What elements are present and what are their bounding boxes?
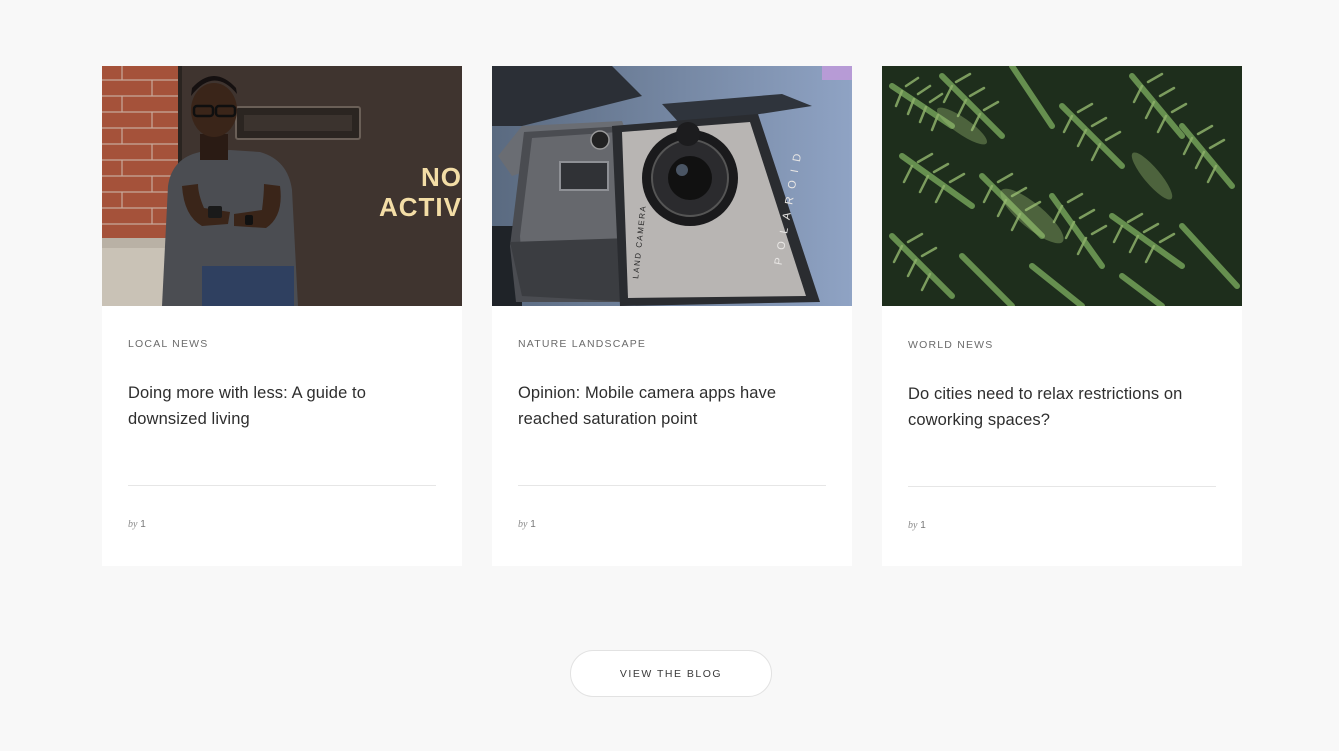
post-author[interactable]: 1: [920, 520, 926, 531]
byline-prefix: by: [128, 519, 138, 530]
post-byline: by 1: [128, 519, 146, 530]
post-card-grid: NO ACTIV LOCAL NEWS Doing more with less…: [102, 66, 1242, 566]
post-card[interactable]: POLAROID LAND CAMERA NATURE LANDSCAPE Op…: [492, 66, 852, 566]
card-divider: [518, 485, 826, 486]
post-card[interactable]: WORLD NEWS Do cities need to relax restr…: [882, 66, 1242, 566]
photo-man-with-phone: NO ACTIV: [102, 66, 462, 306]
post-thumbnail-ferns[interactable]: [882, 66, 1242, 306]
post-card-body: LOCAL NEWS Doing more with less: A guide…: [128, 306, 436, 566]
post-title[interactable]: Do cities need to relax restrictions on …: [908, 381, 1216, 433]
post-card-body: NATURE LANDSCAPE Opinion: Mobile camera …: [518, 306, 826, 566]
post-author[interactable]: 1: [140, 519, 146, 530]
post-thumbnail-man-with-phone[interactable]: NO ACTIV: [102, 66, 462, 306]
view-the-blog-button[interactable]: VIEW THE BLOG: [570, 650, 772, 697]
post-thumbnail-polaroid-camera[interactable]: POLAROID LAND CAMERA: [492, 66, 852, 306]
post-byline: by 1: [518, 519, 536, 530]
post-category[interactable]: NATURE LANDSCAPE: [518, 338, 646, 350]
photo-polaroid-camera: POLAROID LAND CAMERA: [492, 66, 852, 306]
image-text-line-2: ACTIV: [379, 192, 462, 222]
post-category[interactable]: LOCAL NEWS: [128, 338, 208, 350]
post-author[interactable]: 1: [530, 519, 536, 530]
post-title[interactable]: Opinion: Mobile camera apps have reached…: [518, 380, 826, 432]
card-divider: [128, 485, 436, 486]
post-byline: by 1: [908, 520, 926, 531]
byline-prefix: by: [518, 519, 528, 530]
card-divider: [908, 486, 1216, 487]
image-text-line-1: NO: [421, 162, 462, 192]
post-card-body: WORLD NEWS Do cities need to relax restr…: [908, 306, 1216, 566]
post-category[interactable]: WORLD NEWS: [908, 339, 994, 351]
post-title[interactable]: Doing more with less: A guide to downsiz…: [128, 380, 436, 432]
photo-ferns: [882, 66, 1242, 306]
post-card[interactable]: NO ACTIV LOCAL NEWS Doing more with less…: [102, 66, 462, 566]
blog-section: NO ACTIV LOCAL NEWS Doing more with less…: [0, 0, 1339, 751]
byline-prefix: by: [908, 520, 918, 531]
